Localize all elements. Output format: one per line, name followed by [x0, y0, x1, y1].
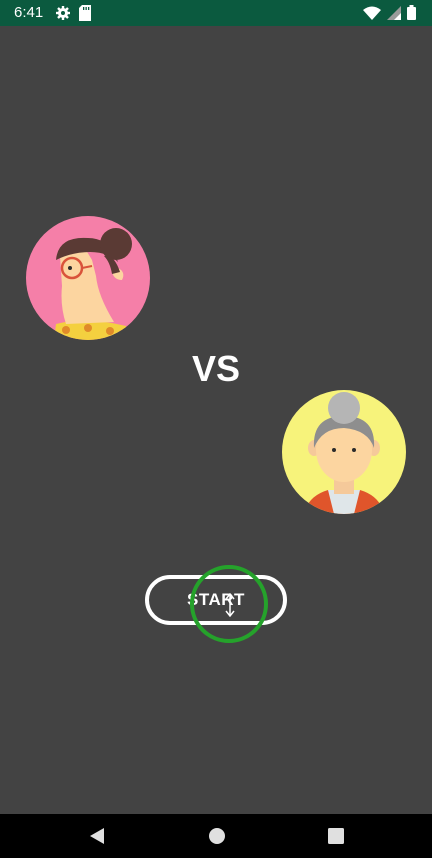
woman-with-glasses-avatar	[54, 228, 132, 340]
navigation-bar	[0, 814, 432, 858]
vs-label: VS	[191, 348, 241, 389]
status-right-icons	[363, 5, 416, 25]
status-bar: 6:41	[0, 0, 432, 26]
sd-card-icon	[79, 5, 91, 26]
grandma-avatar	[304, 392, 384, 514]
settings-icon	[55, 5, 71, 26]
recents-icon[interactable]	[328, 826, 344, 851]
back-icon[interactable]	[88, 826, 106, 851]
signal-icon	[387, 5, 401, 25]
start-button[interactable]: START	[145, 575, 287, 625]
status-left-icons	[55, 5, 91, 26]
home-icon[interactable]	[208, 826, 226, 851]
status-time: 6:41	[14, 4, 44, 21]
battery-icon	[407, 5, 416, 25]
player-one-avatar	[26, 216, 150, 340]
player-two-avatar	[282, 390, 406, 514]
wifi-icon	[363, 6, 381, 25]
